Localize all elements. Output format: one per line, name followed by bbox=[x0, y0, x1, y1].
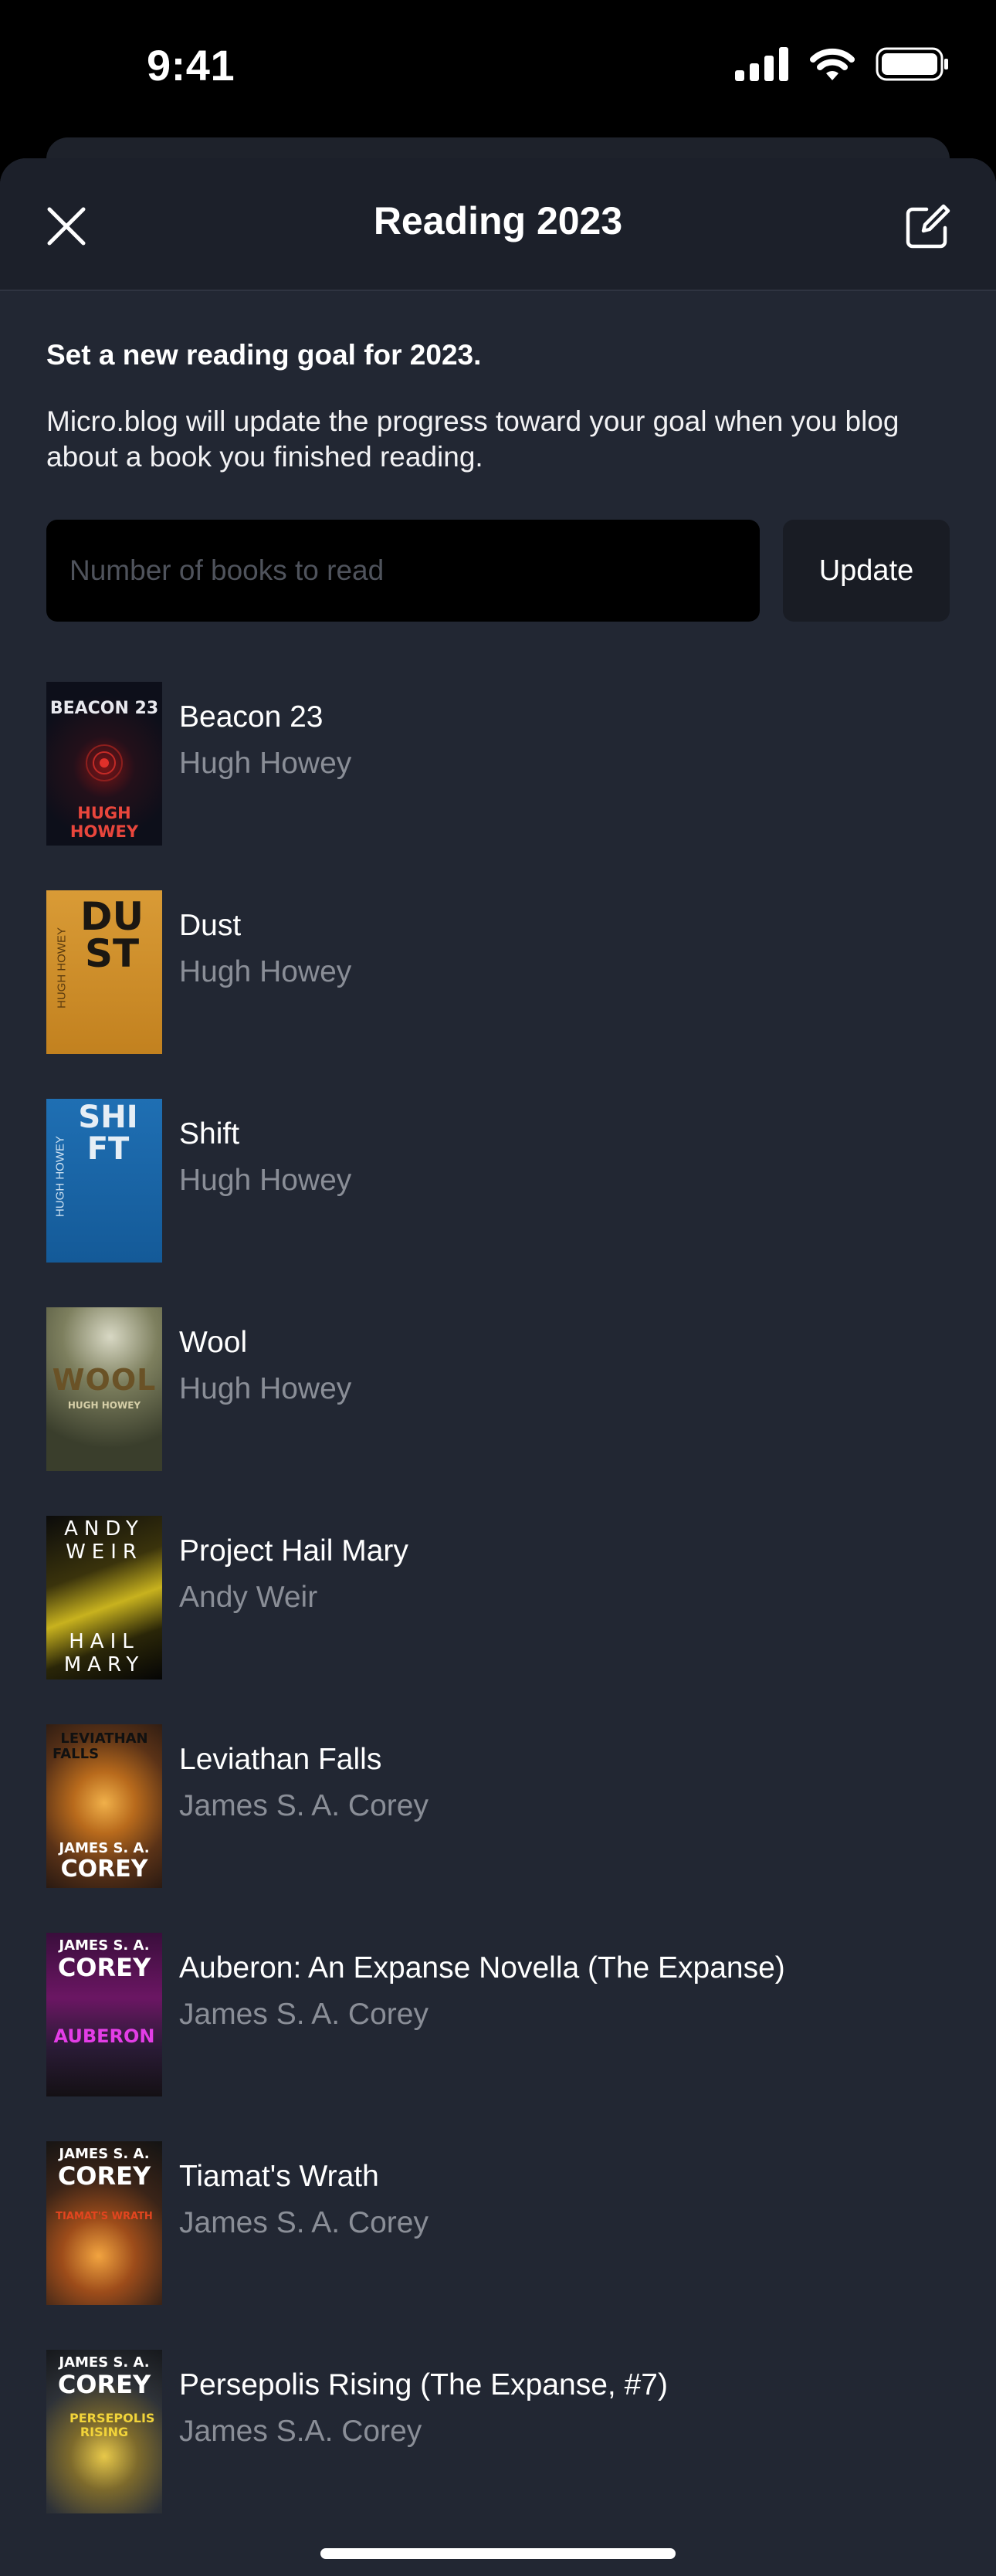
cover-text: JAMES S. A. bbox=[59, 2354, 150, 2371]
wifi-icon bbox=[810, 48, 855, 80]
book-author: James S.A. Corey bbox=[179, 2415, 422, 2448]
status-icons bbox=[735, 46, 950, 82]
book-item[interactable]: JAMES S. A. COREY PERSEPOLIS RISING Pers… bbox=[46, 2350, 950, 2513]
cover-text: SHIFT bbox=[78, 1100, 138, 1167]
cover-text: COREY bbox=[60, 1856, 148, 1883]
cover-text: JAMES S. A. bbox=[59, 1840, 150, 1856]
book-item[interactable]: SHIFT HUGH HOWEY Shift Hugh Howey bbox=[46, 1099, 950, 1263]
cover-text: COREY bbox=[57, 2370, 151, 2399]
signal-icon bbox=[735, 47, 788, 81]
cover-text: HUGH HOWEY bbox=[67, 1400, 141, 1411]
book-info: Auberon: An Expanse Novella (The Expanse… bbox=[179, 1933, 785, 2096]
cover-text: FALLS bbox=[53, 1746, 100, 1762]
cover-text: TIAMAT'S WRATH bbox=[56, 2211, 153, 2222]
book-author: Hugh Howey bbox=[179, 1372, 352, 1405]
book-author: James S. A. Corey bbox=[179, 1998, 429, 2031]
book-item[interactable]: JAMES S. A. COREY AUBERON Auberon: An Ex… bbox=[46, 1933, 950, 2096]
book-cover: JAMES S. A. COREY AUBERON bbox=[46, 1933, 162, 2096]
book-author: Hugh Howey bbox=[179, 955, 352, 988]
book-item[interactable]: LEVIATHAN FALLS JAMES S. A. COREY Leviat… bbox=[46, 1724, 950, 1888]
goal-heading: Set a new reading goal for 2023. bbox=[46, 339, 482, 371]
book-title: Beacon 23 bbox=[179, 700, 324, 734]
book-item[interactable]: DUST HUGH HOWEY Dust Hugh Howey bbox=[46, 890, 950, 1054]
home-indicator[interactable] bbox=[320, 2548, 676, 2559]
book-author: James S. A. Corey bbox=[179, 1789, 429, 1822]
cover-text: HUGH HOWEY bbox=[53, 1136, 67, 1217]
cover-text: COREY bbox=[57, 1953, 151, 1982]
book-info: Beacon 23 Hugh Howey bbox=[179, 682, 351, 846]
content: Set a new reading goal for 2023. Micro.b… bbox=[0, 337, 996, 2513]
book-item[interactable]: BEACON 23 HUGH HOWEY Beacon 23 Hugh Howe… bbox=[46, 682, 950, 846]
book-info: Wool Hugh Howey bbox=[179, 1307, 351, 1471]
book-title: Persepolis Rising (The Expanse, #7) bbox=[179, 2368, 668, 2401]
cover-text: COREY bbox=[57, 2161, 151, 2191]
book-cover: BEACON 23 HUGH HOWEY bbox=[46, 682, 162, 846]
battery-icon bbox=[876, 47, 948, 81]
book-list: BEACON 23 HUGH HOWEY Beacon 23 Hugh Howe… bbox=[46, 682, 950, 2513]
book-cover: JAMES S. A. COREY TIAMAT'S WRATH bbox=[46, 2141, 162, 2305]
navigation-bar: Reading 2023 bbox=[0, 158, 996, 291]
book-cover: DUST HUGH HOWEY bbox=[46, 890, 162, 1054]
cover-text: WOOL bbox=[52, 1363, 157, 1397]
cover-text: PERSEPOLIS RISING bbox=[69, 2411, 155, 2439]
status-time: 9:41 bbox=[147, 41, 235, 90]
cover-text: AUBERON bbox=[53, 2025, 155, 2047]
cover-text: ANDY bbox=[64, 1517, 144, 1541]
book-author: Hugh Howey bbox=[179, 1164, 352, 1197]
compose-icon[interactable] bbox=[903, 203, 951, 251]
book-cover: WOOL HUGH HOWEY bbox=[46, 1307, 162, 1471]
book-cover: LEVIATHAN FALLS JAMES S. A. COREY bbox=[46, 1724, 162, 1888]
cover-text: JAMES S. A. bbox=[59, 2146, 150, 2162]
book-title: Leviathan Falls bbox=[179, 1743, 382, 1776]
cover-text: DUST bbox=[80, 894, 144, 976]
cover-text: HAIL bbox=[69, 1630, 140, 1653]
book-title: Dust bbox=[179, 909, 242, 942]
books-count-input[interactable] bbox=[46, 520, 760, 622]
goal-input-row: Update bbox=[46, 520, 950, 622]
cover-art bbox=[86, 744, 123, 781]
status-bar: 9:41 bbox=[0, 0, 996, 139]
book-author: James S. A. Corey bbox=[179, 2206, 429, 2239]
book-item[interactable]: JAMES S. A. COREY TIAMAT'S WRATH Tiamat'… bbox=[46, 2141, 950, 2305]
book-info: Persepolis Rising (The Expanse, #7) Jame… bbox=[179, 2350, 668, 2513]
book-info: Project Hail Mary Andy Weir bbox=[179, 1516, 408, 1679]
update-button[interactable]: Update bbox=[783, 520, 950, 622]
book-cover: SHIFT HUGH HOWEY bbox=[46, 1099, 162, 1263]
cover-text: HUGH HOWEY bbox=[69, 804, 139, 841]
cover-text: WEIR bbox=[66, 1541, 143, 1564]
book-cover: JAMES S. A. COREY PERSEPOLIS RISING bbox=[46, 2350, 162, 2513]
book-cover: ANDY WEIR HAIL MARY bbox=[46, 1516, 162, 1679]
book-info: Leviathan Falls James S. A. Corey bbox=[179, 1724, 429, 1888]
book-title: Project Hail Mary bbox=[179, 1534, 408, 1568]
cover-text: BEACON 23 bbox=[49, 699, 159, 718]
book-info: Dust Hugh Howey bbox=[179, 890, 351, 1054]
book-title: Shift bbox=[179, 1117, 240, 1151]
book-item[interactable]: WOOL HUGH HOWEY Wool Hugh Howey bbox=[46, 1307, 950, 1471]
cover-text: JAMES S. A. bbox=[59, 1937, 150, 1954]
page-title: Reading 2023 bbox=[373, 199, 623, 242]
book-title: Tiamat's Wrath bbox=[179, 2160, 379, 2193]
cover-text: HUGH HOWEY bbox=[55, 927, 69, 1008]
cover-text: MARY bbox=[63, 1653, 145, 1676]
book-title: Auberon: An Expanse Novella (The Expanse… bbox=[179, 1951, 785, 1985]
book-author: Andy Weir bbox=[179, 1581, 318, 1614]
book-info: Tiamat's Wrath James S. A. Corey bbox=[179, 2141, 429, 2305]
reading-goal-sheet: Reading 2023 Set a new reading goal for … bbox=[0, 158, 996, 2576]
goal-description: Micro.blog will update the progress towa… bbox=[46, 405, 899, 473]
book-info: Shift Hugh Howey bbox=[179, 1099, 351, 1263]
book-author: Hugh Howey bbox=[179, 747, 352, 780]
book-item[interactable]: ANDY WEIR HAIL MARY Project Hail Mary An… bbox=[46, 1516, 950, 1679]
book-title: Wool bbox=[179, 1326, 248, 1359]
cover-text: LEVIATHAN bbox=[60, 1730, 148, 1747]
